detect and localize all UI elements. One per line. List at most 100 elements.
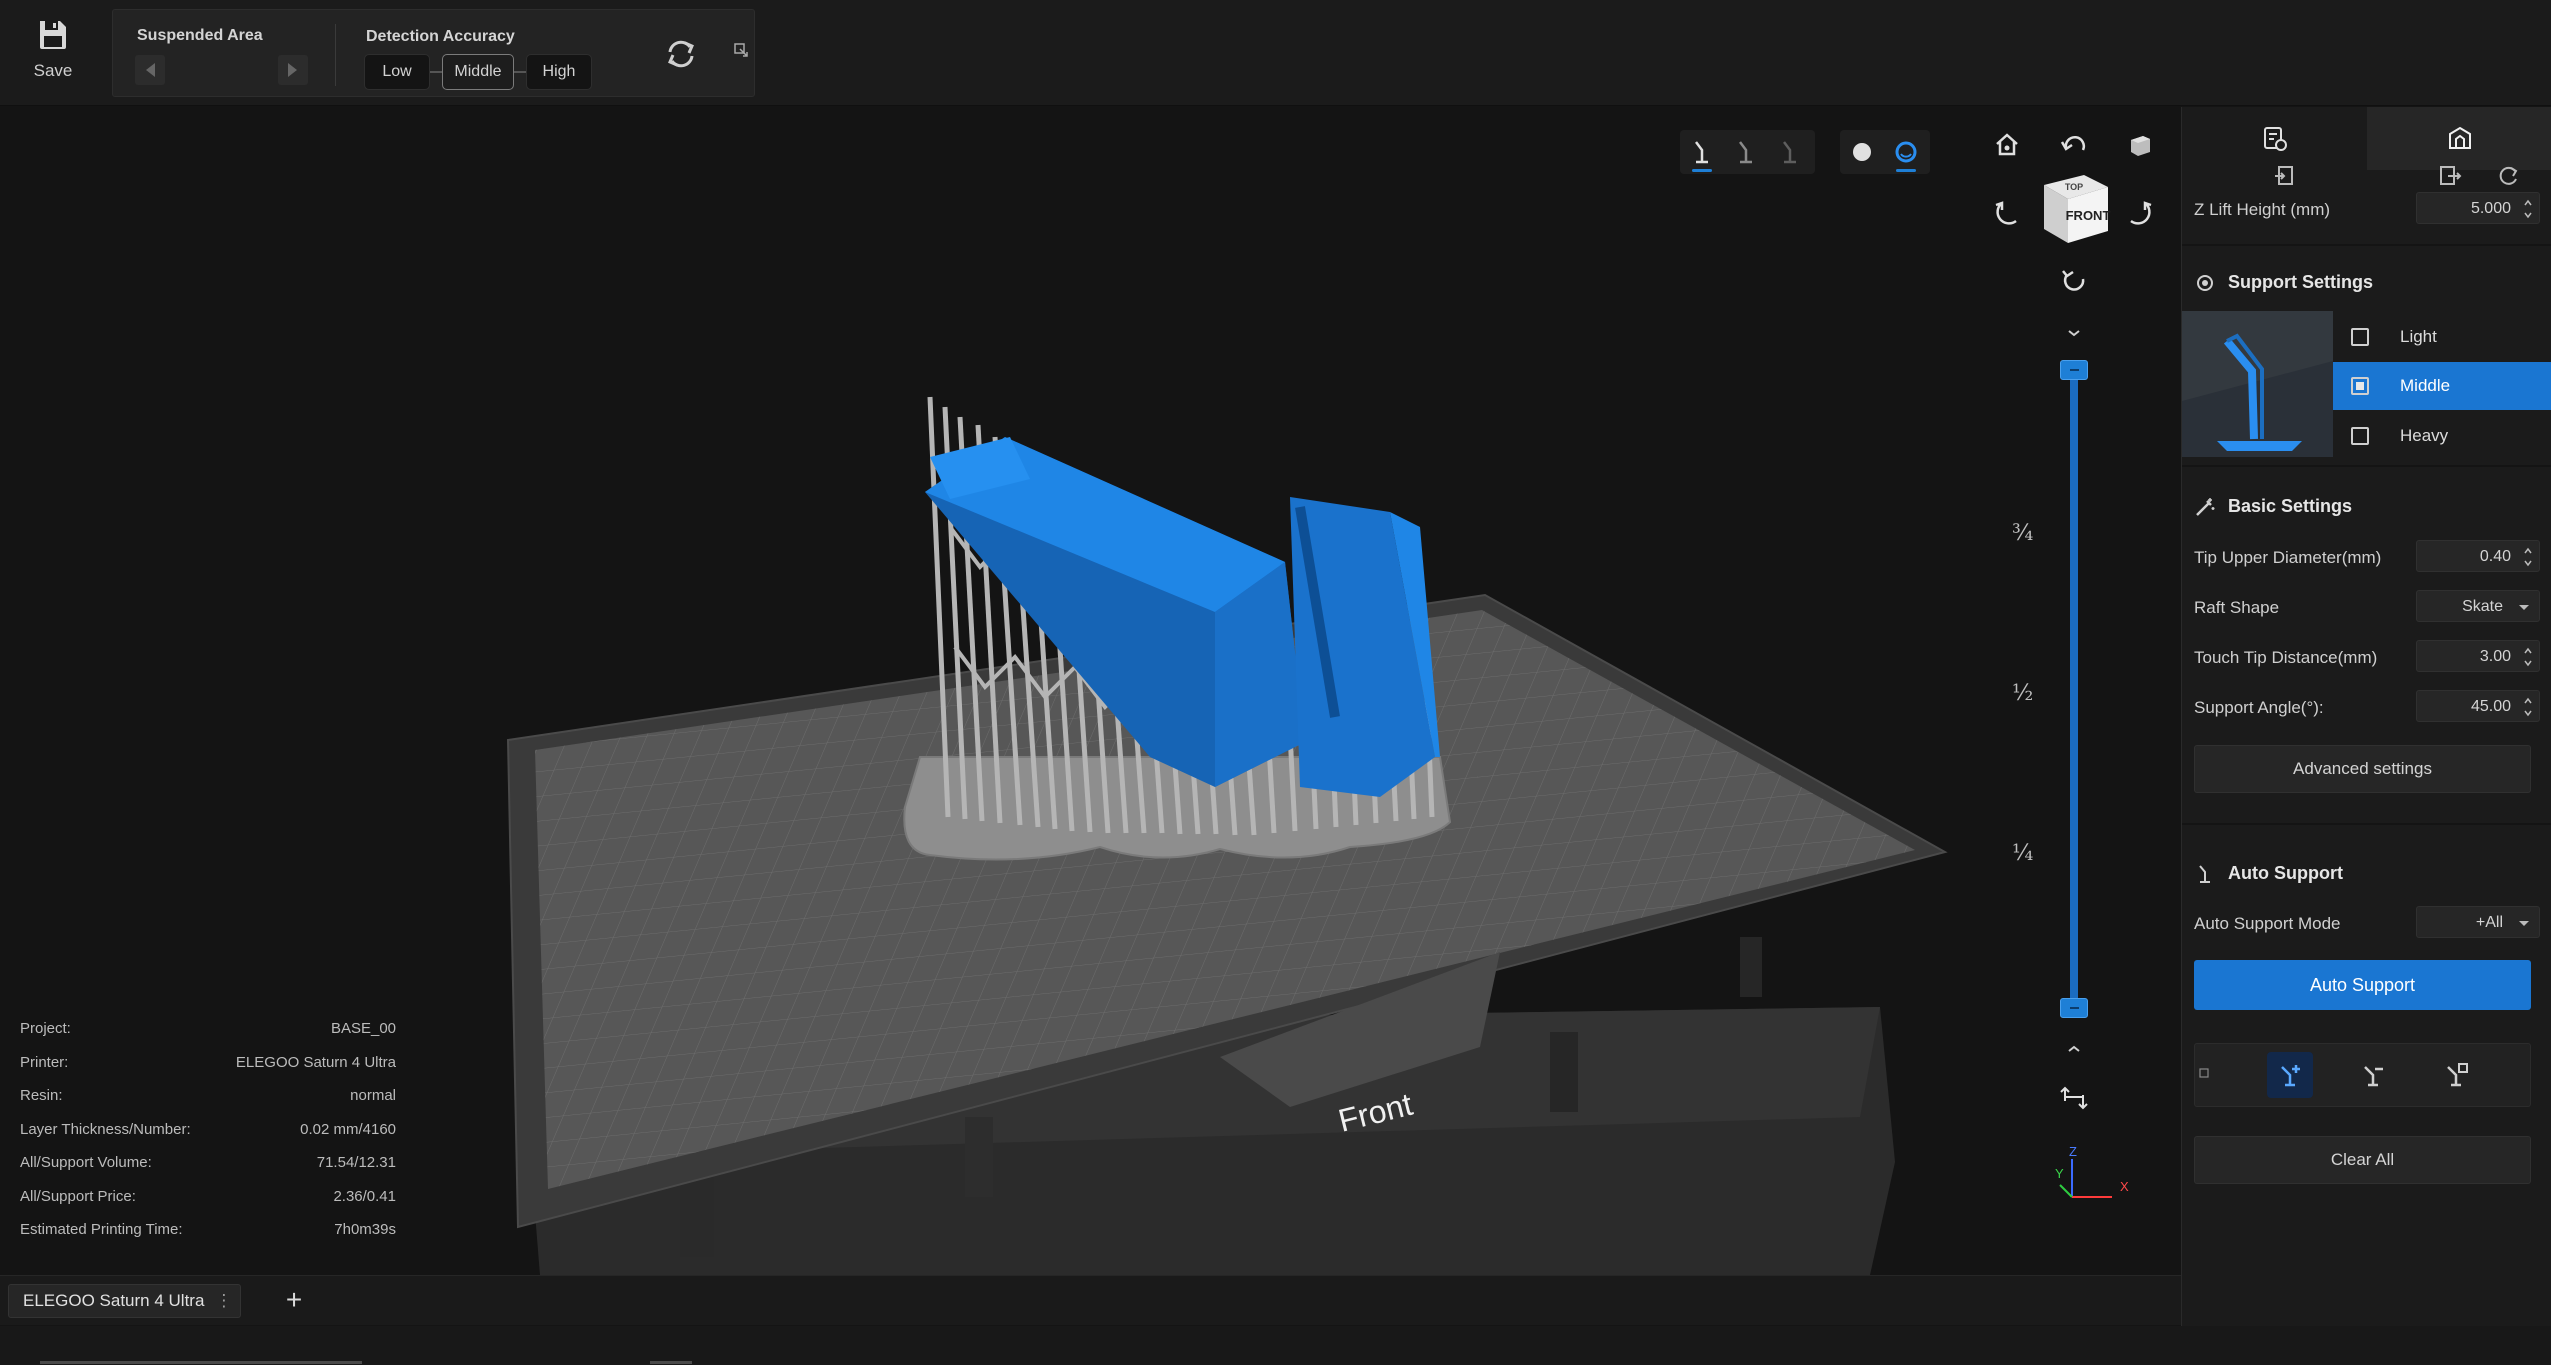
axis-x-label: X	[2120, 1179, 2129, 1194]
support-box-icon	[2449, 126, 2471, 149]
layer-slider-bottom-handle[interactable]	[2060, 998, 2088, 1018]
preset-heavy[interactable]: Heavy	[2333, 412, 2551, 460]
info-row: Project: BASE_00	[20, 1020, 396, 1054]
view-cube[interactable]: TOP FRONT	[2030, 165, 2114, 249]
add-support-button[interactable]	[2267, 1052, 2313, 1098]
info-value: ELEGOO Saturn 4 Ultra	[235, 1053, 396, 1071]
spin-up-icon[interactable]	[2523, 198, 2533, 208]
rotate-left-button[interactable]	[1990, 195, 2024, 229]
transparent-sphere-icon	[1895, 141, 1917, 163]
solid-sphere-icon	[1853, 143, 1871, 161]
info-label: All/Support Volume:	[20, 1154, 152, 1171]
preset-light[interactable]: Light	[2333, 313, 2551, 361]
raft-shape-row: Raft Shape Skate	[2194, 590, 2540, 626]
reset-preset-button[interactable]	[2494, 162, 2522, 190]
layer-slider[interactable]	[2051, 360, 2097, 1020]
wand-icon	[2196, 498, 2215, 516]
spin-up-icon[interactable]	[2523, 646, 2533, 656]
triangle-left-icon	[146, 63, 155, 77]
perspective-view-button[interactable]	[2123, 128, 2157, 162]
export-preset-button[interactable]	[2436, 162, 2464, 190]
add-support-icon	[2281, 1065, 2300, 1087]
axis-gizmo: Z X Y	[2052, 1144, 2132, 1215]
accuracy-connector	[430, 71, 442, 73]
info-label: Printer:	[20, 1053, 69, 1071]
export-icon	[2440, 166, 2462, 185]
print-settings-icon	[2264, 127, 2287, 151]
layer-reset-button[interactable]	[2057, 1081, 2091, 1115]
raft-shape-value: Skate	[2462, 598, 2503, 615]
caret-down-icon	[2519, 605, 2529, 610]
suspended-next-button[interactable]	[278, 55, 308, 85]
refresh-button[interactable]	[661, 34, 701, 74]
transparent-view-button[interactable]	[1890, 136, 1922, 172]
tab-support[interactable]	[2367, 107, 2551, 170]
add-tab-button[interactable]: +	[277, 1284, 311, 1318]
import-preset-button[interactable]	[2272, 162, 2300, 190]
clear-all-button[interactable]: Clear All	[2194, 1136, 2531, 1184]
home-view-button[interactable]	[1990, 128, 2024, 162]
layer-down-button[interactable]	[2057, 1035, 2091, 1063]
layer-slider-top-handle[interactable]	[2060, 360, 2088, 380]
tip-upper-value: 0.40	[2479, 548, 2511, 565]
panel-tabs	[2182, 107, 2551, 170]
rotate-down-icon	[2062, 270, 2085, 291]
save-button[interactable]: Save	[18, 18, 88, 90]
suspended-prev-button[interactable]	[135, 55, 165, 85]
layer-up-button[interactable]	[2057, 319, 2091, 347]
detection-panel: Suspended Area 0/0 Detection Accuracy Lo…	[112, 9, 755, 97]
spin-up-icon[interactable]	[2523, 546, 2533, 556]
tip-upper-input[interactable]: 0.40	[2416, 540, 2540, 572]
z-lift-row: Z Lift Height (mm) 5.000	[2194, 192, 2540, 228]
accuracy-high-button[interactable]: High	[526, 54, 592, 90]
support-hidden-button[interactable]	[1774, 136, 1806, 168]
refresh-icon	[668, 40, 694, 68]
info-label: Estimated Printing Time:	[20, 1221, 183, 1238]
auto-support-button[interactable]: Auto Support	[2194, 960, 2531, 1010]
info-value: BASE_00	[330, 1020, 396, 1037]
collapse-panel-button[interactable]	[734, 43, 748, 57]
accuracy-middle-button[interactable]: Middle	[442, 54, 514, 90]
info-label: Layer Thickness/Number:	[20, 1120, 191, 1138]
tab-print-settings[interactable]	[2182, 107, 2367, 170]
top-toolbar: Save Suspended Area 0/0 Detection Accura…	[0, 0, 2551, 106]
support-all-button[interactable]	[1686, 136, 1718, 172]
advanced-settings-button[interactable]: Advanced settings	[2194, 745, 2531, 793]
layer-slider-track[interactable]	[2070, 368, 2078, 1016]
tab-menu-icon[interactable]: ⋮	[215, 1285, 232, 1317]
project-tab-label: ELEGOO Saturn 4 Ultra	[23, 1291, 205, 1310]
view-cube-top-label: TOP	[2065, 182, 2083, 192]
render-mode-toolbar	[1840, 130, 1930, 174]
spin-down-icon[interactable]	[2523, 658, 2533, 668]
support-partial-button[interactable]	[1730, 136, 1762, 168]
auto-support-mode-select[interactable]: +All	[2416, 906, 2540, 938]
rotate-down-button[interactable]	[2057, 261, 2091, 295]
z-lift-label: Z Lift Height (mm)	[2194, 200, 2331, 219]
undo-view-button[interactable]	[2057, 128, 2091, 162]
import-icon	[2275, 166, 2293, 185]
project-tab-bar: ELEGOO Saturn 4 Ultra ⋮ +	[0, 1275, 2181, 1325]
remove-support-button[interactable]	[2350, 1052, 2396, 1098]
auto-support-mode-value: +All	[2475, 914, 2503, 931]
collapse-icon[interactable]	[2199, 1068, 2211, 1080]
edit-support-button[interactable]	[2433, 1052, 2479, 1098]
spin-down-icon[interactable]	[2523, 558, 2533, 568]
rotate-left-icon	[1995, 201, 2017, 225]
info-row: All/Support Volume: 71.54/12.31	[20, 1154, 396, 1188]
accuracy-low-button[interactable]: Low	[364, 54, 430, 90]
touch-tip-input[interactable]: 3.00	[2416, 640, 2540, 672]
z-lift-input[interactable]: 5.000	[2416, 192, 2540, 224]
spin-up-icon[interactable]	[2523, 696, 2533, 706]
spin-down-icon[interactable]	[2523, 708, 2533, 718]
project-tab[interactable]: ELEGOO Saturn 4 Ultra ⋮	[8, 1284, 242, 1318]
3d-viewport[interactable]: Front TOP FRONT ¾ ½ ¼ Z X Y Project: BAS…	[0, 107, 2181, 1275]
reset-icon	[2499, 166, 2518, 185]
rotate-right-icon	[2130, 201, 2152, 225]
preset-middle[interactable]: Middle	[2333, 362, 2551, 410]
solid-view-button[interactable]	[1846, 136, 1878, 168]
support-angle-input[interactable]: 45.00	[2416, 690, 2540, 722]
settings-panel: Z Lift Height (mm) 5.000 Support Setting…	[2181, 107, 2551, 1326]
rotate-right-button[interactable]	[2123, 195, 2157, 229]
spin-down-icon[interactable]	[2523, 210, 2533, 220]
raft-shape-select[interactable]: Skate	[2416, 590, 2540, 622]
